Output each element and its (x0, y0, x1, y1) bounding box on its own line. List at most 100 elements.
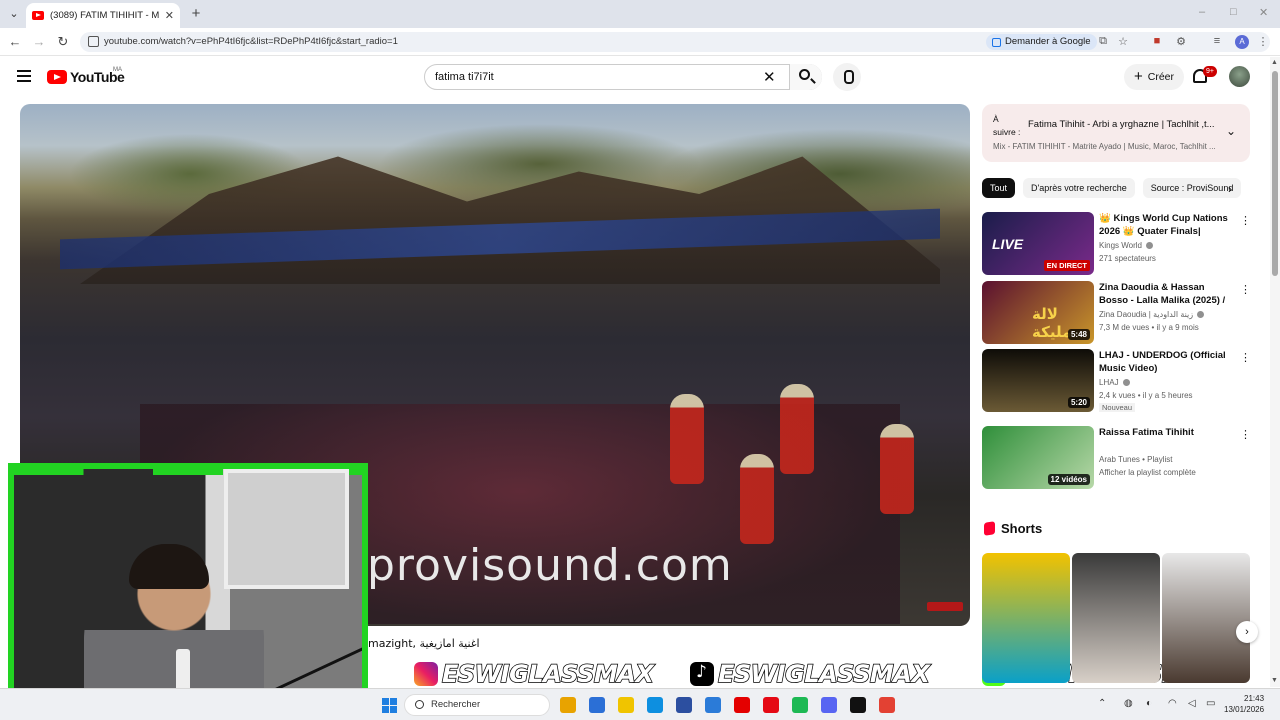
page-scrollbar[interactable]: ▲ ▼ (1270, 57, 1280, 687)
recommendation-item[interactable]: LIVE EN DIRECT 👑 Kings World Cup Nations… (982, 212, 1251, 276)
more-actions-icon[interactable]: ⋮ (1240, 428, 1251, 441)
taskbar-app-icon[interactable] (676, 697, 692, 713)
short-thumbnail[interactable] (982, 553, 1070, 683)
taskbar-app-icon[interactable] (879, 697, 895, 713)
up-next-panel[interactable]: À suivre : Fatima Tihihit - Arbi a yrgha… (982, 104, 1250, 162)
playlist-thumbnail[interactable]: 12 vidéos (982, 426, 1094, 489)
more-actions-icon[interactable]: ⋮ (1240, 283, 1251, 296)
search-box[interactable]: fatima ti7i7it ✕ (424, 64, 822, 90)
rec-channel[interactable]: Kings World (1099, 241, 1154, 250)
back-icon[interactable]: ← (7, 34, 23, 50)
scroll-down-icon[interactable]: ▼ (1271, 677, 1278, 684)
rec-channel[interactable]: LHAJ (1099, 378, 1130, 387)
recommendation-item[interactable]: 12 vidéos Raissa Fatima Tihihit Arab Tun… (982, 426, 1251, 490)
reading-list-icon[interactable]: ≡ (1210, 35, 1224, 47)
duration-badge: 5:20 (1067, 397, 1090, 408)
tab-search-chevron-icon[interactable]: ⌄ (6, 6, 22, 22)
taskbar-search-icon (415, 700, 424, 709)
tab-youtube[interactable]: (3089) FATIM TIHIHIT - Matrite ✕ (26, 3, 180, 28)
site-info-icon[interactable] (88, 36, 99, 47)
chip-source[interactable]: Source : ProviSound (1142, 178, 1242, 198)
more-actions-icon[interactable]: ⋮ (1240, 351, 1251, 364)
video-thumbnail[interactable]: LIVE EN DIRECT (982, 212, 1094, 275)
create-label: Créer (1147, 71, 1175, 83)
new-tab-button[interactable]: + (188, 5, 204, 22)
short-thumbnail[interactable] (1162, 553, 1250, 683)
shorts-next-chevron-icon[interactable]: › (1236, 621, 1258, 643)
taskbar-app-icon[interactable] (589, 697, 605, 713)
extension-record-icon[interactable]: ■ (1150, 35, 1164, 47)
thumb-live-text: LIVE (992, 236, 1024, 252)
extensions-icon[interactable]: ⚙ (1174, 35, 1188, 48)
search-button[interactable] (789, 64, 822, 90)
browser-menu-icon[interactable]: ⋮ (1256, 35, 1270, 48)
search-input[interactable]: fatima ti7i7it (435, 71, 494, 83)
taskbar-app-icon[interactable] (560, 697, 576, 713)
taskbar-app-icon[interactable] (763, 697, 779, 713)
video-thumbnail[interactable]: 5:20 (982, 349, 1094, 412)
reload-icon[interactable]: ↻ (55, 34, 71, 50)
tray-volume-icon[interactable]: ◁ (1188, 698, 1196, 709)
ask-google-button[interactable]: Demander à Google (986, 34, 1097, 50)
clear-search-icon[interactable]: ✕ (763, 68, 776, 86)
rec-channel[interactable]: Arab Tunes • Playlist (1099, 455, 1173, 464)
taskbar-app-icon[interactable] (647, 697, 663, 713)
tray-chevron-icon[interactable]: ⌃ (1098, 698, 1106, 709)
taskbar-app-icon[interactable] (705, 697, 721, 713)
rec-title[interactable]: LHAJ - UNDERDOG (Official Music Video) (1099, 349, 1235, 375)
video-thumbnail[interactable]: لالة مليكة 5:48 (982, 281, 1094, 344)
video-dancer (670, 394, 704, 484)
minimize-icon[interactable]: – (1199, 6, 1205, 18)
browser-profile-avatar[interactable]: A (1235, 35, 1249, 49)
taskbar-app-icon[interactable] (734, 697, 750, 713)
recommendation-item[interactable]: لالة مليكة 5:48 Zina Daoudia & Hassan Bo… (982, 281, 1251, 345)
taskbar-search[interactable]: Rechercher (404, 694, 550, 716)
address-bar[interactable]: youtube.com/watch?v=ePhP4tI6fjc&list=RDe… (80, 32, 1270, 52)
taskbar-clock[interactable]: 21:43 13/01/2026 (1224, 693, 1264, 715)
chips-next-chevron-icon[interactable]: › (1228, 182, 1232, 196)
maximize-icon[interactable]: □ (1230, 6, 1237, 18)
taskbar-app-icon[interactable] (821, 697, 837, 713)
rec-title[interactable]: 👑 Kings World Cup Nations 2026 👑 Quater … (1099, 212, 1235, 239)
scrollbar-thumb[interactable] (1272, 71, 1278, 276)
tab-title: (3089) FATIM TIHIHIT - Matrite (50, 10, 159, 21)
tray-app-icon[interactable]: ◍ (1124, 698, 1133, 709)
more-actions-icon[interactable]: ⋮ (1240, 214, 1251, 227)
create-button[interactable]: + Créer (1124, 64, 1185, 90)
close-window-icon[interactable]: ✕ (1259, 6, 1268, 19)
tray-wifi-icon[interactable]: ◠ (1168, 698, 1177, 709)
recommendation-item[interactable]: 5:20 LHAJ - UNDERDOG (Official Music Vid… (982, 349, 1251, 413)
taskbar-app-icon[interactable] (618, 697, 634, 713)
tiktok-handle: ESWIGLASSMAX (690, 659, 931, 689)
taskbar-app-icon[interactable] (850, 697, 866, 713)
voice-search-icon[interactable] (833, 63, 861, 91)
scroll-up-icon[interactable]: ▲ (1271, 59, 1278, 66)
windows-taskbar: Rechercher ⌃ ◍ ◐ ◠ ◁ ▭ 21:43 13/01/2026 (0, 688, 1280, 720)
up-next-title[interactable]: Fatima Tihihit - Arbi a yrghazne | Tachl… (1028, 119, 1218, 130)
install-app-icon[interactable]: ⧉ (1096, 35, 1110, 48)
rec-channel[interactable]: Zina Daoudia | زينة الداودية (1099, 310, 1205, 319)
video-dancer (880, 424, 914, 514)
guide-menu-icon[interactable] (17, 70, 31, 82)
bookmark-star-icon[interactable]: ☆ (1116, 35, 1130, 48)
up-next-subtitle: Mix - FATIM TIHIHIT - Matrite Ayado | Mu… (993, 142, 1216, 151)
clock-date: 13/01/2026 (1224, 705, 1265, 714)
tray-battery-icon[interactable]: ▭ (1206, 698, 1215, 709)
rec-title[interactable]: Zina Daoudia & Hassan Bosso - Lalla Mali… (1099, 281, 1235, 308)
tray-app-icon[interactable]: ◐ (1146, 698, 1152, 709)
rec-playlist-link[interactable]: Afficher la playlist complète (1099, 468, 1196, 477)
rec-title[interactable]: Raissa Fatima Tihihit (1099, 426, 1235, 439)
filter-chips: Tout D'après votre recherche Source : Pr… (982, 178, 1250, 198)
url-text[interactable]: youtube.com/watch?v=ePhP4tI6fjc&list=RDe… (104, 36, 398, 47)
taskbar-app-icon[interactable] (792, 697, 808, 713)
short-thumbnail[interactable] (1072, 553, 1160, 683)
chip-related-search[interactable]: D'après votre recherche (1023, 178, 1135, 198)
expand-chevron-icon[interactable]: ⌄ (1226, 124, 1236, 138)
windows-start-icon[interactable] (382, 698, 397, 713)
youtube-play-logo-icon (47, 70, 67, 84)
chip-all[interactable]: Tout (982, 178, 1016, 198)
forward-icon[interactable]: → (31, 34, 47, 50)
subscribe-watermark[interactable] (927, 602, 963, 611)
account-avatar[interactable] (1229, 66, 1250, 87)
tab-close-icon[interactable]: ✕ (165, 9, 174, 22)
